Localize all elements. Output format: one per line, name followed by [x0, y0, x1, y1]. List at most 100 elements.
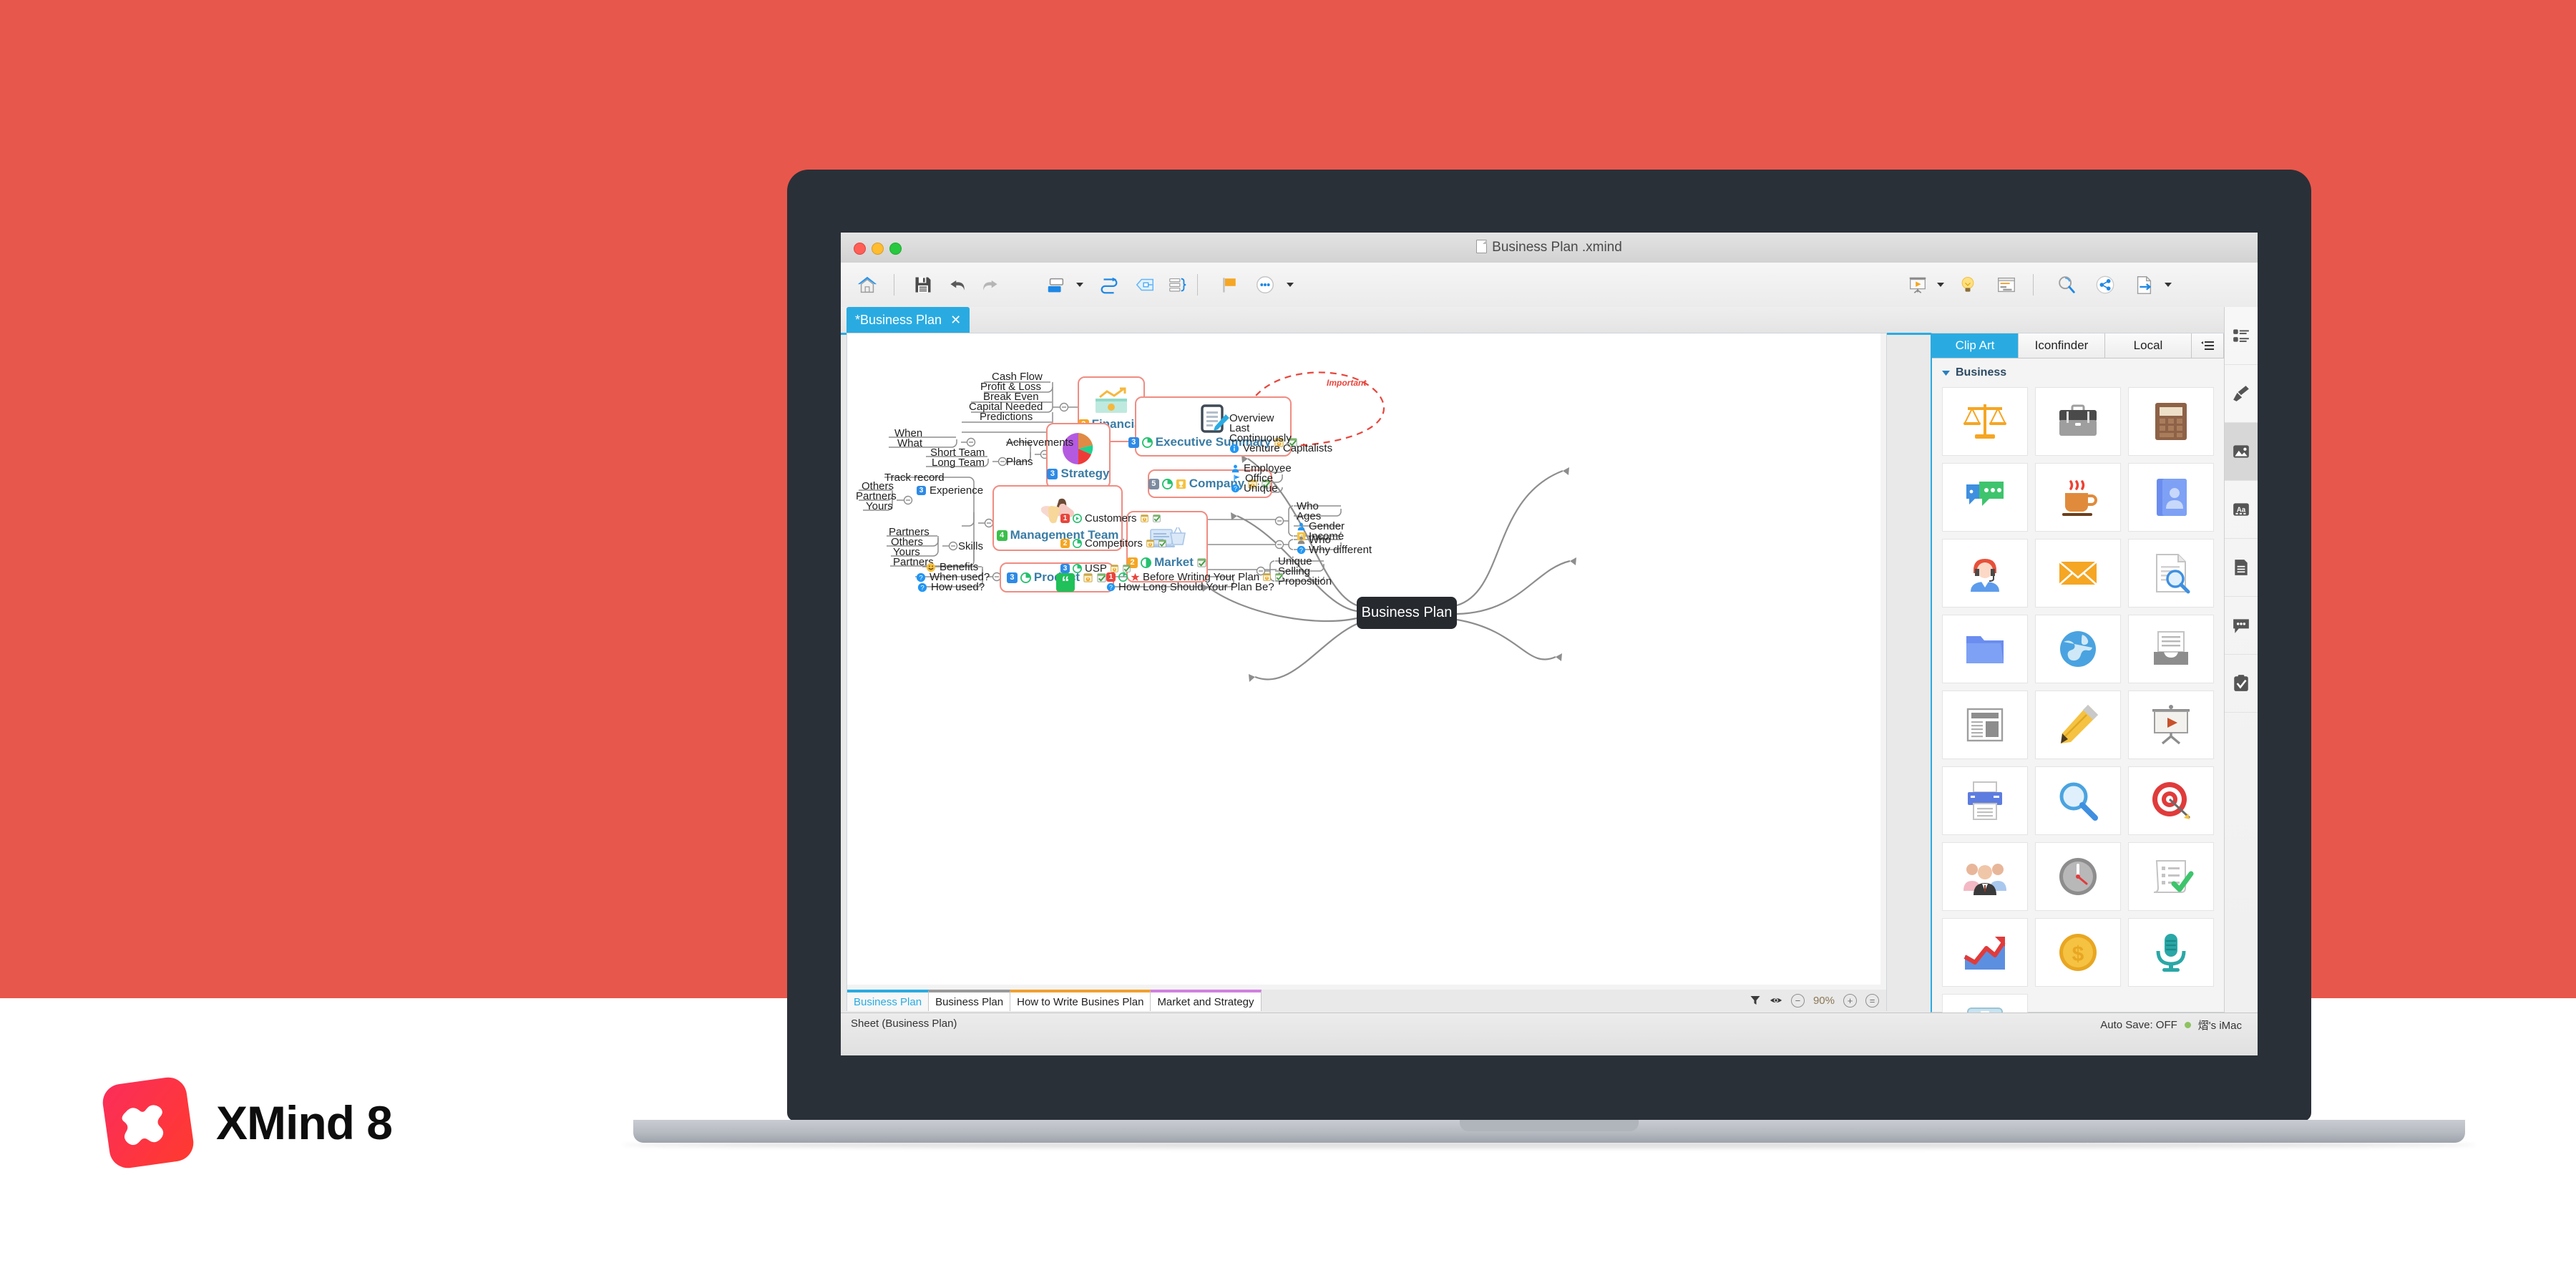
clipart-newspaper-icon[interactable]	[1942, 691, 2028, 759]
clipart-section-header[interactable]: Business	[1932, 358, 2224, 387]
clipart-presentation-screen-icon[interactable]	[2128, 691, 2214, 759]
mindmap-connectors	[859, 371, 1576, 682]
leaf-exp-yours[interactable]: Yours	[866, 500, 893, 514]
leaf-plans[interactable]: Plans	[1006, 456, 1033, 469]
quote-marker-icon[interactable]: “	[1056, 573, 1075, 592]
presentation-dropdown-caret[interactable]	[1934, 270, 1947, 300]
clipart-clock-icon[interactable]	[2035, 842, 2121, 911]
tab-local[interactable]: Local	[2105, 333, 2192, 358]
clipart-chat-bubbles-icon[interactable]	[1942, 463, 2028, 532]
clipart-pencil-icon[interactable]	[2035, 691, 2121, 759]
leaf-unique[interactable]: ? Unique	[1231, 482, 1278, 496]
leaf-skills[interactable]: Skills	[958, 540, 983, 554]
canvas-vertical-scrollbar[interactable]	[1880, 333, 1886, 990]
clipart-folder-icon[interactable]	[1942, 615, 2028, 683]
undo-icon[interactable]	[941, 270, 974, 300]
document-edit-clipart-icon	[1200, 404, 1229, 433]
clipart-growth-chart-icon[interactable]	[1942, 918, 2028, 987]
clipart-briefcase-icon[interactable]	[2035, 387, 2121, 456]
leaf-how-long-should-your-plan-be[interactable]: ? How Long Should Your Plan Be?	[1106, 581, 1274, 595]
brush-icon[interactable]	[2225, 365, 2258, 423]
laptop-mockup: Business Plan .xmind *Business Plan ✕ Bu…	[623, 170, 2476, 1148]
leaf-customers[interactable]: 1 Customers	[1060, 512, 1161, 526]
eye-icon[interactable]	[1770, 995, 1782, 1006]
sheet-tab-business-plan-active[interactable]: Business Plan	[847, 990, 930, 1011]
topic-strategy[interactable]: 3 Strategy	[1046, 423, 1111, 489]
question-marker-icon: ?	[1231, 484, 1240, 493]
root-topic[interactable]: Business Plan	[1357, 597, 1457, 629]
clipart-globe-icon[interactable]	[2035, 615, 2121, 683]
clipart-magnifier-icon[interactable]	[2035, 766, 2121, 835]
image-icon[interactable]	[2225, 423, 2258, 481]
leaf-competitors[interactable]: 2 Competitors	[1060, 537, 1167, 551]
clipart-contact-book-icon[interactable]	[2128, 463, 2214, 532]
topic-dropdown-caret[interactable]	[1073, 270, 1087, 300]
leaf-how-used[interactable]: ? How used?	[917, 581, 985, 595]
clipart-coffee-cup-icon[interactable]	[2035, 463, 2121, 532]
leaf-achievements[interactable]: Achievements	[1006, 436, 1073, 450]
leaf-usp-proposition[interactable]: Proposition	[1278, 575, 1332, 589]
filter-icon[interactable]	[1750, 995, 1761, 1006]
clipart-scales-icon[interactable]	[1942, 387, 2028, 456]
clipart-envelope-icon[interactable]	[2035, 539, 2121, 608]
home-icon[interactable]	[851, 270, 884, 300]
leaf-predictions[interactable]: Predictions	[980, 411, 1033, 424]
more-dropdown-caret[interactable]	[1283, 270, 1297, 300]
share-icon[interactable]	[2089, 270, 2122, 300]
chevron-down-icon	[1942, 370, 1950, 376]
redo-icon[interactable]	[974, 270, 1007, 300]
sheet-tab-business-plan[interactable]: Business Plan	[929, 990, 1011, 1011]
list-menu-icon[interactable]	[2192, 333, 2224, 358]
relationship-icon[interactable]	[1093, 270, 1126, 300]
clipart-inbox-tray-icon[interactable]	[2128, 615, 2214, 683]
clipart-target-icon[interactable]	[2128, 766, 2214, 835]
document-tab[interactable]: *Business Plan ✕	[847, 307, 970, 333]
clipart-panel-tabs: Clip Art Iconfinder Local	[1932, 333, 2224, 358]
leaf-venture-capitalists[interactable]: Venture Capitalists	[1229, 442, 1332, 456]
leaf-long-team[interactable]: Long Team	[932, 457, 985, 470]
window-title: Business Plan .xmind	[841, 233, 2258, 263]
clipart-microphone-icon[interactable]	[2128, 918, 2214, 987]
notes-icon[interactable]	[2225, 539, 2258, 597]
marker-icon[interactable]	[1213, 270, 1246, 300]
mindmap-canvas[interactable]: Business Plan Important 2 Financial Cash…	[847, 333, 1887, 991]
clipart-document-search-icon[interactable]	[2128, 539, 2214, 608]
comments-icon[interactable]	[2225, 597, 2258, 655]
leaf-experience[interactable]: 3 Experience	[917, 484, 983, 498]
export-icon[interactable]	[2127, 270, 2160, 300]
clipart-calculator-icon[interactable]	[2128, 387, 2214, 456]
tab-clip-art[interactable]: Clip Art	[1932, 333, 2019, 358]
clipart-support-agent-icon[interactable]	[1942, 539, 2028, 608]
close-icon[interactable]: ✕	[950, 313, 961, 326]
summary-icon[interactable]	[1161, 270, 1194, 300]
leaf-what[interactable]: What	[897, 437, 922, 451]
right-sidebar-strip: Aa	[2224, 307, 2258, 1055]
status-sheet-label: Sheet (Business Plan)	[851, 1018, 957, 1030]
properties-icon[interactable]	[2225, 307, 2258, 365]
text-aa-icon[interactable]: Aa	[2225, 481, 2258, 539]
clipart-printer-icon[interactable]	[1942, 766, 2028, 835]
relationship-label[interactable]: Important	[1327, 378, 1366, 388]
zoom-out-button[interactable]: −	[1790, 993, 1805, 1008]
save-icon[interactable]	[907, 270, 940, 300]
search-icon[interactable]	[2050, 270, 2083, 300]
tab-iconfinder[interactable]: Iconfinder	[2019, 333, 2105, 358]
clipart-team-group-icon[interactable]	[1942, 842, 2028, 911]
boundary-icon[interactable]	[1128, 270, 1161, 300]
brainstorm-icon[interactable]	[1951, 270, 1984, 300]
zoom-in-button[interactable]: +	[1843, 993, 1857, 1008]
more-icon[interactable]	[1249, 270, 1282, 300]
task-clipboard-icon[interactable]	[2225, 655, 2258, 713]
topic-icon[interactable]	[1040, 270, 1073, 300]
clipart-dollar-coin-icon[interactable]: $	[2035, 918, 2121, 987]
progress-start-marker-icon	[1073, 514, 1082, 523]
progress-half-marker-icon	[1141, 557, 1152, 568]
status-bar: Sheet (Business Plan) Auto Save: OFF 熠's…	[841, 1013, 2258, 1055]
export-dropdown-caret[interactable]	[2162, 270, 2175, 300]
clipart-checklist-icon[interactable]	[2128, 842, 2214, 911]
sheet-tab-market-and-strategy[interactable]: Market and Strategy	[1151, 990, 1262, 1011]
zoom-fit-button[interactable]: =	[1865, 993, 1879, 1008]
presentation-icon[interactable]	[1901, 270, 1934, 300]
outline-icon[interactable]	[1990, 270, 2023, 300]
sheet-tab-how-to-write[interactable]: How to Write Busines Plan	[1010, 990, 1151, 1011]
